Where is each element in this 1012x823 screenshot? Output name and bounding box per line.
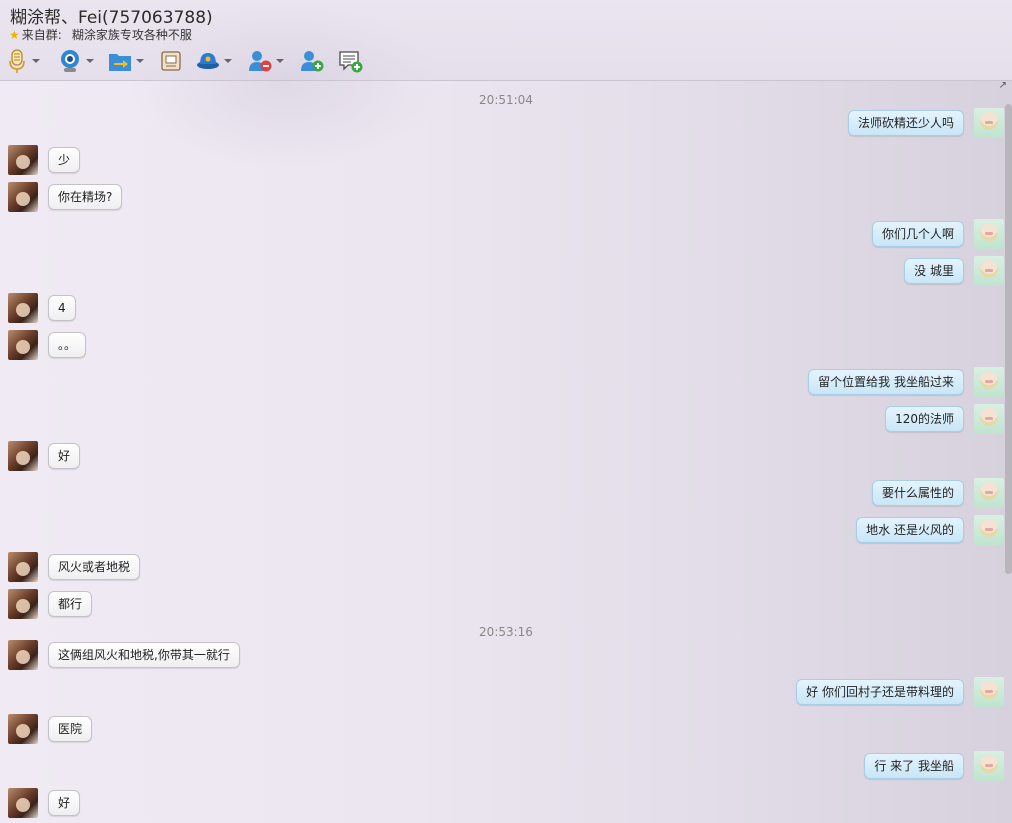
contact-name: 糊涂帮、Fei(757063788) — [10, 8, 213, 28]
message-row-incoming: 你在精场? — [0, 182, 1012, 212]
voice-button[interactable] — [6, 47, 40, 75]
avatar-contact[interactable] — [8, 441, 38, 471]
message-bubble[interactable]: 风火或者地税 — [48, 554, 141, 580]
avatar-contact[interactable] — [8, 589, 38, 619]
message-row-outgoing: 法师砍精还少人吗 — [0, 108, 1012, 138]
avatar-contact[interactable] — [8, 330, 38, 360]
message-row-incoming: 这俩组风火和地税,你带其一就行 — [0, 640, 1012, 670]
message-bubble[interactable]: 医院 — [48, 716, 93, 742]
scrollbar-thumb[interactable] — [1005, 104, 1012, 574]
message-bubble[interactable]: 要什么属性的 — [871, 480, 964, 506]
message-bubble[interactable]: 少 — [48, 147, 81, 173]
message-row-outgoing: 你们几个人啊 — [0, 219, 1012, 249]
chevron-down-icon[interactable] — [276, 59, 284, 63]
add-note-icon — [339, 51, 363, 73]
message-history: 20:51:04 法师砍精还少人吗 少 你在精场? 你们几个人啊 没 城里 4 … — [0, 84, 1004, 823]
chevron-down-icon[interactable] — [224, 59, 232, 63]
avatar-self[interactable] — [974, 404, 1004, 434]
avatar-self[interactable] — [974, 219, 1004, 249]
add-user-icon — [301, 51, 324, 72]
message-bubble[interactable]: 120的法师 — [885, 406, 964, 432]
avatar-contact[interactable] — [8, 640, 38, 670]
microphone-icon — [9, 49, 25, 73]
message-row-incoming: 都行 — [0, 589, 1012, 619]
message-row-outgoing: 好 你们回村子还是带料理的 — [0, 677, 1012, 707]
group-name[interactable]: 糊涂家族专攻各种不服 — [72, 26, 192, 43]
avatar-contact[interactable] — [8, 145, 38, 175]
timestamp: 20:51:04 — [479, 93, 533, 107]
message-row-incoming: 4 — [0, 293, 1012, 323]
hat-icon — [197, 53, 219, 69]
message-bubble[interactable]: 法师砍精还少人吗 — [847, 110, 964, 136]
folder-transfer-icon — [109, 54, 131, 71]
message-bubble[interactable]: 你们几个人啊 — [871, 221, 964, 247]
add-note-button[interactable] — [338, 47, 364, 75]
message-bubble[interactable]: 地水 还是火风的 — [856, 517, 964, 543]
avatar-contact[interactable] — [8, 293, 38, 323]
message-row-outgoing: 120的法师 — [0, 404, 1012, 434]
message-bubble[interactable]: 好 你们回村子还是带料理的 — [796, 679, 964, 705]
message-row-incoming: 少 — [0, 145, 1012, 175]
remove-member-button[interactable] — [248, 47, 284, 75]
chat-header: 糊涂帮、Fei(757063788) ★ 来自群: 糊涂家族专攻各种不服 — [0, 0, 1012, 170]
remote-desktop-icon — [161, 51, 181, 71]
group-prefix: 来自群: — [21, 28, 62, 42]
avatar-self[interactable] — [974, 515, 1004, 545]
avatar-self[interactable] — [974, 256, 1004, 286]
message-row-incoming: 好 — [0, 788, 1012, 818]
avatar-contact[interactable] — [8, 788, 38, 818]
app-button[interactable] — [196, 47, 232, 75]
timestamp: 20:53:16 — [479, 625, 533, 639]
message-row-incoming: 医院 — [0, 714, 1012, 744]
avatar-contact[interactable] — [8, 182, 38, 212]
remove-user-icon — [249, 51, 272, 72]
avatar-self[interactable] — [974, 478, 1004, 508]
message-bubble[interactable]: 好 — [48, 790, 81, 816]
avatar-contact[interactable] — [8, 552, 38, 582]
message-row-outgoing: 没 城里 — [0, 256, 1012, 286]
message-bubble[interactable]: 你在精场? — [48, 184, 123, 210]
avatar-contact[interactable] — [8, 714, 38, 744]
message-bubble[interactable]: 好 — [48, 443, 81, 469]
message-row-outgoing: 要什么属性的 — [0, 478, 1012, 508]
webcam-icon — [61, 50, 79, 72]
avatar-self[interactable] — [974, 677, 1004, 707]
message-row-incoming: 风火或者地税 — [0, 552, 1012, 582]
message-row-outgoing: 地水 还是火风的 — [0, 515, 1012, 545]
avatar-self[interactable] — [974, 108, 1004, 138]
message-row-incoming: 。。 — [0, 330, 1012, 360]
message-bubble[interactable]: 。。 — [48, 332, 87, 358]
star-icon: ★ — [9, 27, 20, 42]
message-bubble[interactable]: 行 来了 我坐船 — [864, 753, 964, 779]
remote-desktop-button[interactable] — [161, 47, 181, 75]
group-source: ★ 来自群: 糊涂家族专攻各种不服 — [9, 26, 192, 43]
avatar-self[interactable] — [974, 367, 1004, 397]
file-transfer-button[interactable] — [108, 47, 144, 75]
message-bubble[interactable]: 留个位置给我 我坐船过来 — [808, 369, 964, 395]
message-row-outgoing: 行 来了 我坐船 — [0, 751, 1012, 781]
message-row-incoming: 好 — [0, 441, 1012, 471]
add-friend-button[interactable] — [300, 47, 324, 75]
message-bubble[interactable]: 这俩组风火和地税,你带其一就行 — [48, 642, 240, 668]
chevron-down-icon[interactable] — [32, 59, 40, 63]
message-bubble[interactable]: 4 — [48, 295, 76, 321]
chevron-down-icon[interactable] — [136, 59, 144, 63]
message-bubble[interactable]: 都行 — [48, 591, 93, 617]
message-bubble[interactable]: 没 城里 — [904, 258, 964, 284]
message-row-outgoing: 留个位置给我 我坐船过来 — [0, 367, 1012, 397]
avatar-self[interactable] — [974, 751, 1004, 781]
video-button[interactable] — [58, 47, 94, 75]
chevron-down-icon[interactable] — [86, 59, 94, 63]
